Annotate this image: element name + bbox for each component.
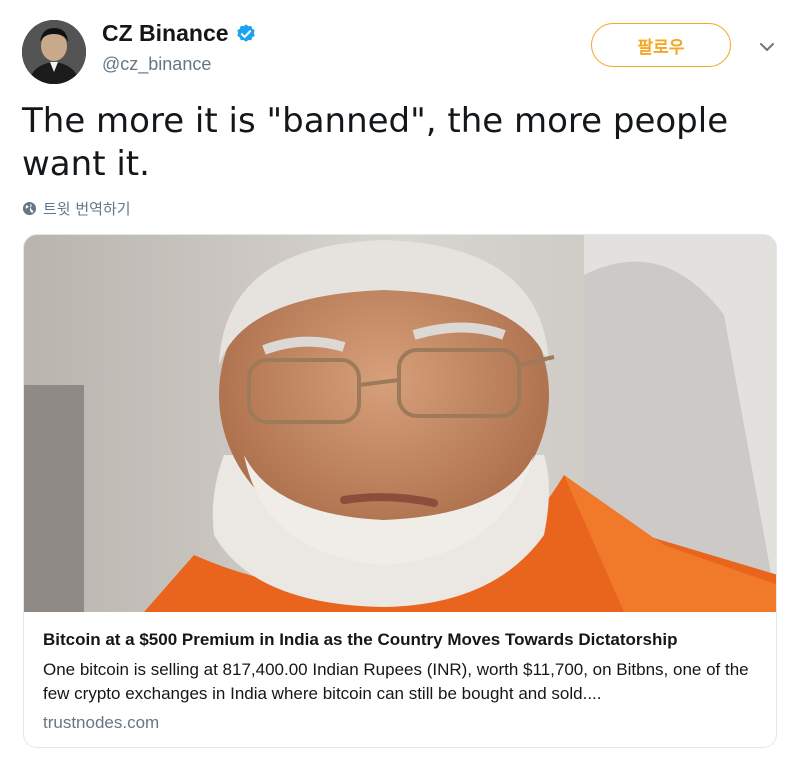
portrait-photo-icon <box>24 235 776 612</box>
globe-icon <box>22 201 37 216</box>
card-image[interactable] <box>24 235 776 612</box>
tweet-text: The more it is "banned", the more people… <box>22 100 762 186</box>
card-title[interactable]: Bitcoin at a $500 Premium in India as th… <box>43 629 759 651</box>
tweet-text-line-2: want it. <box>22 144 150 184</box>
user-avatar-photo-icon <box>22 20 86 84</box>
translate-label[interactable]: 트윗 번역하기 <box>43 198 131 219</box>
translate-tweet-link[interactable]: 트윗 번역하기 <box>22 198 131 219</box>
verified-badge-icon <box>236 23 255 42</box>
chevron-down-icon[interactable] <box>758 38 776 56</box>
link-card[interactable]: Bitcoin at a $500 Premium in India as th… <box>23 234 777 748</box>
card-body[interactable]: Bitcoin at a $500 Premium in India as th… <box>24 612 776 735</box>
tweet-text-line-1: The more it is "banned", the more people <box>22 101 729 141</box>
avatar[interactable] <box>22 20 86 84</box>
card-description: One bitcoin is selling at 817,400.00 Ind… <box>43 660 749 703</box>
author-name[interactable]: CZ Binance <box>102 20 257 47</box>
follow-button[interactable]: 팔로우 <box>591 23 731 67</box>
author-handle[interactable]: @cz_binance <box>102 54 211 75</box>
author-name-text[interactable]: CZ Binance <box>102 20 229 47</box>
card-domain[interactable]: trustnodes.com <box>43 711 759 735</box>
